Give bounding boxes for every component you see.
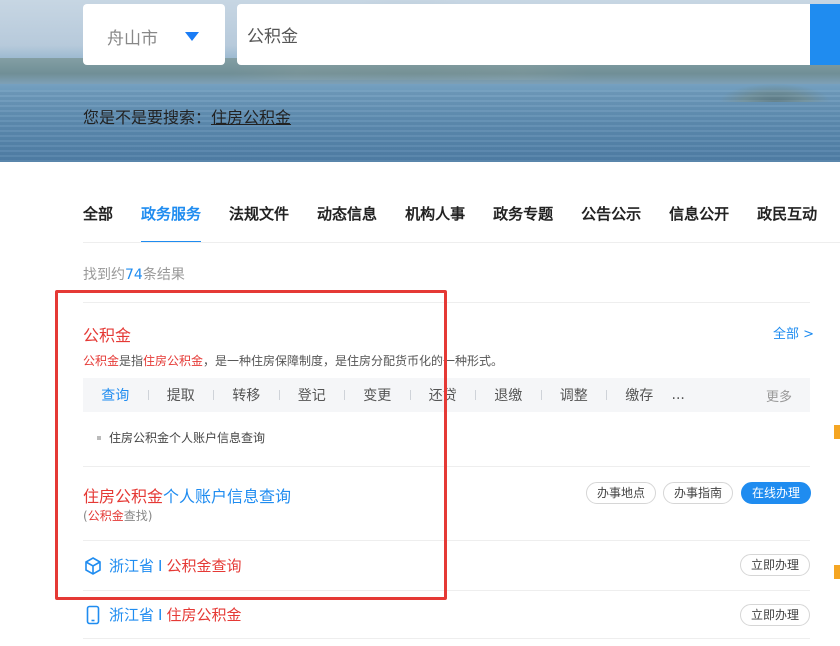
online-handle-button[interactable]: 在线办理 [741,482,812,504]
row3-title: 住房公积金 [166,606,242,624]
count-suffix: 条结果 [142,267,185,283]
mobile-phone-icon [86,605,100,624]
tab-government-services[interactable]: 政务服务 [141,203,202,243]
cube-icon [85,556,101,575]
tab-announcements[interactable]: 公告公示 [581,203,641,243]
divider [83,638,810,639]
row2-separator: I [158,556,163,575]
suggestion-prefix: 您是不是要搜索： [83,108,212,127]
search-suggestion: 您是不是要搜索：住房公积金 [83,104,291,128]
city-select[interactable]: 舟山市 [83,4,225,65]
category-tabs: 全部 政务服务 法规文件 动态信息 机构人事 政务专题 公告公示 信息公开 政民… [83,203,840,243]
guide-button[interactable]: 办事指南 [663,482,734,504]
search-input[interactable] [237,4,811,65]
side-marker [834,425,840,439]
divider [83,590,810,591]
desc-highlight-1: 公积金 [83,354,120,368]
row1-title[interactable]: 住房公积金个人账户信息查询 [83,483,291,507]
card-description: 公积金是指住房公积金，是一种住房保障制度，是住房分配货币化的一种形式。 [83,352,503,369]
row1-title-highlight: 住房公积金 [83,487,164,506]
result-count: 找到约74条结果 [83,264,185,284]
caret-down-icon [185,32,199,41]
action-ellipsis[interactable]: ... [672,387,702,403]
count-prefix: 找到约 [83,267,125,283]
bullet-icon [97,435,101,440]
tab-interaction[interactable]: 政民互动 [757,203,817,243]
row2-title: 公积金查询 [166,557,242,575]
count-divider [83,302,810,303]
card-title[interactable]: 公积金 [83,322,131,346]
count-number: 74 [125,267,143,283]
desc-text-2: ，是一种住房保障制度，是住房分配货币化的一种形式。 [203,354,504,368]
action-transfer[interactable]: 转移 [214,385,279,405]
row1-sub-rest: 查找) [123,509,153,523]
row1-subtitle: (公积金查找) [83,507,152,524]
side-marker [834,565,840,579]
desc-text-1: 是指 [119,354,144,368]
tab-news[interactable]: 动态信息 [317,203,377,243]
action-bar: 查询 提取 转移 登记 变更 还贷 退缴 调整 缴存 ... 更多 [83,378,810,412]
action-query[interactable]: 查询 [83,385,148,405]
action-register[interactable]: 登记 [280,385,345,405]
city-label: 舟山市 [107,29,158,49]
desc-highlight-2: 住房公积金 [143,354,204,368]
action-adjust[interactable]: 调整 [542,385,607,405]
divider [83,540,810,541]
action-withdraw[interactable]: 提取 [149,385,214,405]
action-deposit[interactable]: 缴存 [607,385,672,405]
tab-topics[interactable]: 政务专题 [493,203,553,243]
sub-item-label: 住房公积金个人账户信息查询 [109,431,266,445]
tab-disclosure[interactable]: 信息公开 [669,203,729,243]
row3-separator: I [158,605,163,624]
tab-regulations[interactable]: 法规文件 [229,203,289,243]
card-all-link[interactable]: 全部 > [773,323,814,342]
tab-personnel[interactable]: 机构人事 [405,203,465,243]
row1-sub-highlight: 公积金 [87,509,124,523]
tab-all[interactable]: 全部 [83,203,113,243]
action-repay[interactable]: 还贷 [411,385,476,405]
action-refund[interactable]: 退缴 [476,385,541,405]
action-more-link[interactable]: 更多 [766,386,792,405]
action-change[interactable]: 变更 [345,385,410,405]
row2-service[interactable]: 浙江省 I 公积金查询 [83,555,241,576]
card-sub-item[interactable]: 住房公积金个人账户信息查询 [97,429,265,446]
tabs-divider [83,242,840,243]
suggestion-link[interactable]: 住房公积金 [211,108,291,127]
location-button[interactable]: 办事地点 [586,482,657,504]
row3-service[interactable]: 浙江省 I 住房公积金 [83,604,241,625]
divider [83,466,810,467]
row2-province: 浙江省 [109,557,155,575]
row2-handle-button[interactable]: 立即办理 [740,554,811,576]
search-button[interactable] [810,4,840,65]
row1-title-rest: 个人账户信息查询 [163,487,292,506]
row3-handle-button[interactable]: 立即办理 [740,604,811,626]
row3-province: 浙江省 [109,606,155,624]
